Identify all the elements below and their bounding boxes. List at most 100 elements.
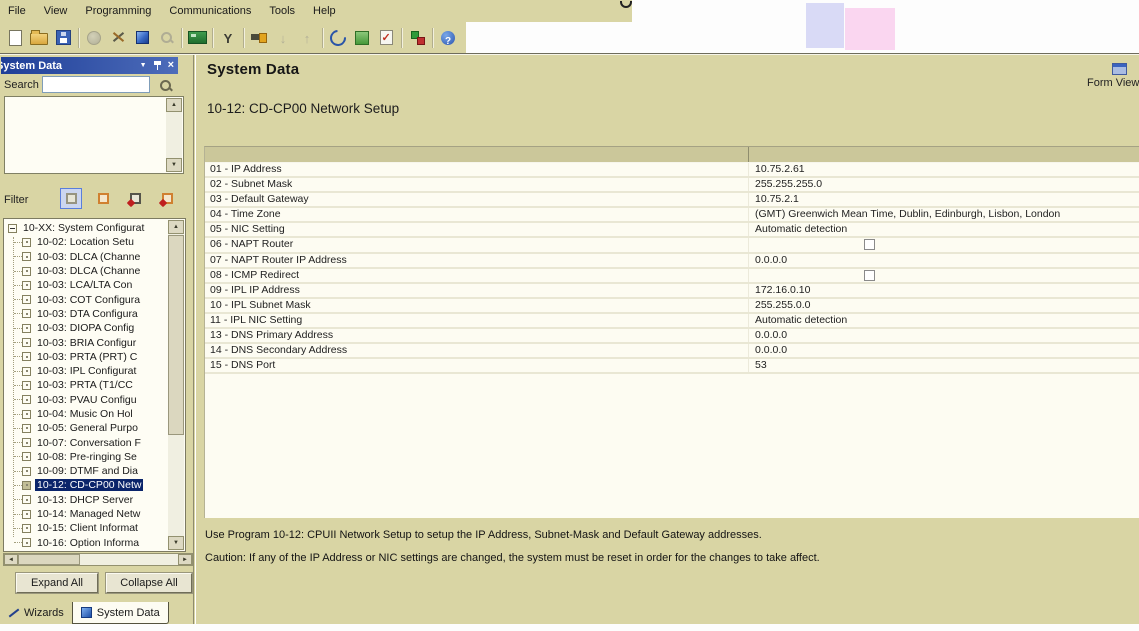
tree-item[interactable]: 10-08: Pre-ringing Se [5, 450, 167, 464]
tab-system-data[interactable]: System Data [72, 602, 169, 624]
filter-dark-flag-button[interactable] [124, 188, 146, 209]
tree-item[interactable]: 10-03: DLCA (Channe [5, 264, 167, 278]
tree-node-icon[interactable] [22, 538, 31, 547]
tree-scrollbar[interactable]: ▲ ▼ [168, 220, 184, 550]
menu-item-file[interactable]: File [8, 5, 26, 17]
tree-scroll-up-icon[interactable]: ▲ [168, 220, 184, 234]
scroll-up-icon[interactable]: ▲ [166, 98, 182, 112]
save-button[interactable] [51, 25, 75, 51]
menu-item-help[interactable]: Help [313, 5, 336, 17]
apply-button[interactable] [350, 25, 374, 51]
search-button[interactable] [157, 77, 175, 93]
horizontal-scrollbar-thumb[interactable] [18, 554, 80, 565]
menu-item-communications[interactable]: Communications [169, 5, 251, 17]
form-view-icon[interactable] [1112, 63, 1127, 75]
panel-menu-chevron-down-icon[interactable]: ▼ [140, 61, 147, 71]
tree-item[interactable]: 10-14: Managed Netw [5, 507, 167, 521]
setting-checkbox[interactable] [864, 239, 875, 250]
expand-all-button[interactable]: Expand All [16, 573, 98, 593]
move-down-button[interactable] [271, 25, 295, 51]
tree-collapse-icon[interactable] [8, 224, 17, 233]
tree-item[interactable]: 10-XX: System Configurat [5, 221, 167, 235]
menu-item-view[interactable]: View [44, 5, 68, 17]
tree-item[interactable]: 10-15: Client Informat [5, 521, 167, 535]
tools-button[interactable] [106, 25, 130, 51]
filter-orange-square-button[interactable] [92, 188, 114, 209]
tree-item[interactable]: 10-03: DTA Configura [5, 307, 167, 321]
new-document-button[interactable] [3, 25, 27, 51]
refresh-button[interactable] [326, 25, 350, 51]
tree-item[interactable]: 10-03: BRIA Configur [5, 335, 167, 349]
table-row[interactable]: 01 - IP Address10.75.2.61 [205, 163, 1139, 178]
table-row[interactable]: 07 - NAPT Router IP Address0.0.0.0 [205, 254, 1139, 269]
tree-node-icon[interactable] [22, 281, 31, 290]
tree-item[interactable]: 10-13: DHCP Server [5, 493, 167, 507]
tree-node-icon[interactable] [22, 238, 31, 247]
tree-item[interactable]: 10-03: DIOPA Config [5, 321, 167, 335]
tree-node-icon[interactable] [22, 410, 31, 419]
filter-gray-square-button[interactable] [60, 188, 82, 209]
tree-node-icon[interactable] [22, 481, 31, 490]
menu-item-tools[interactable]: Tools [269, 5, 295, 17]
help-button[interactable] [436, 25, 460, 51]
filter-button[interactable] [216, 25, 240, 51]
search-results-list[interactable]: ▲ ▼ [4, 96, 184, 174]
table-row[interactable]: 04 - Time Zone(GMT) Greenwich Mean Time,… [205, 208, 1139, 223]
tree-item[interactable]: 10-04: Music On Hol [5, 407, 167, 421]
tree-horizontal-scrollbar[interactable]: ◄ ► [3, 553, 193, 566]
scroll-down-icon[interactable]: ▼ [166, 158, 182, 172]
move-up-button[interactable] [295, 25, 319, 51]
tab-wizards[interactable]: Wizards [0, 602, 72, 624]
results-scrollbar[interactable]: ▲ ▼ [166, 98, 182, 172]
tree-item[interactable]: 10-07: Conversation F [5, 435, 167, 449]
table-row[interactable]: 03 - Default Gateway10.75.2.1 [205, 193, 1139, 208]
tree-item[interactable]: 10-03: DLCA (Channe [5, 250, 167, 264]
scroll-left-icon[interactable]: ◄ [4, 554, 18, 565]
tree-item[interactable]: 10-12: CD-CP00 Netw [5, 478, 167, 492]
tree-item[interactable]: 10-05: General Purpo [5, 421, 167, 435]
setting-checkbox[interactable] [864, 270, 875, 281]
tree-item[interactable]: 10-03: PVAU Configu [5, 393, 167, 407]
tree-item[interactable]: 10-03: PRTA (T1/CC [5, 378, 167, 392]
tree-node-icon[interactable] [22, 309, 31, 318]
tree-scroll-down-icon[interactable]: ▼ [168, 536, 184, 550]
collapse-all-button[interactable]: Collapse All [106, 573, 192, 593]
tree-node-icon[interactable] [22, 295, 31, 304]
tree-node-icon[interactable] [22, 424, 31, 433]
tree-node-icon[interactable] [22, 381, 31, 390]
open-folder-button[interactable] [27, 25, 51, 51]
tree-node-icon[interactable] [22, 510, 31, 519]
table-row[interactable]: 09 - IPL IP Address172.16.0.10 [205, 284, 1139, 299]
table-row[interactable]: 05 - NIC SettingAutomatic detection [205, 223, 1139, 238]
network-status-button[interactable] [405, 25, 429, 51]
tree-scrollbar-thumb[interactable] [168, 235, 184, 435]
tree-node-icon[interactable] [22, 438, 31, 447]
tree-item[interactable]: 10-03: COT Configura [5, 292, 167, 306]
cube-button[interactable] [130, 25, 154, 51]
panel-close-icon[interactable]: × [168, 60, 174, 71]
table-row[interactable]: 08 - ICMP Redirect [205, 269, 1139, 284]
table-row[interactable]: 14 - DNS Secondary Address0.0.0.0 [205, 344, 1139, 359]
scroll-right-icon[interactable]: ► [178, 554, 192, 565]
menu-item-programming[interactable]: Programming [85, 5, 151, 17]
verify-button[interactable] [374, 25, 398, 51]
tree-item[interactable]: 10-09: DTMF and Dia [5, 464, 167, 478]
tree-node-icon[interactable] [22, 267, 31, 276]
panel-pin-icon[interactable] [154, 61, 161, 70]
table-row[interactable]: 15 - DNS Port53 [205, 359, 1139, 374]
tree-node-icon[interactable] [22, 395, 31, 404]
tree-node-icon[interactable] [22, 524, 31, 533]
tree-node-icon[interactable] [22, 367, 31, 376]
table-row[interactable]: 06 - NAPT Router [205, 238, 1139, 253]
tree-node-icon[interactable] [22, 324, 31, 333]
table-row[interactable]: 02 - Subnet Mask255.255.255.0 [205, 178, 1139, 193]
settings-gear-button[interactable] [82, 25, 106, 51]
tree-node-icon[interactable] [22, 338, 31, 347]
tree-node-icon[interactable] [22, 252, 31, 261]
tree-node-icon[interactable] [22, 452, 31, 461]
panel-splitter[interactable] [193, 55, 194, 631]
tree-item[interactable]: 10-16: Option Informa [5, 536, 167, 550]
search-button[interactable] [154, 25, 178, 51]
table-row[interactable]: 13 - DNS Primary Address0.0.0.0 [205, 329, 1139, 344]
card-button[interactable] [185, 25, 209, 51]
